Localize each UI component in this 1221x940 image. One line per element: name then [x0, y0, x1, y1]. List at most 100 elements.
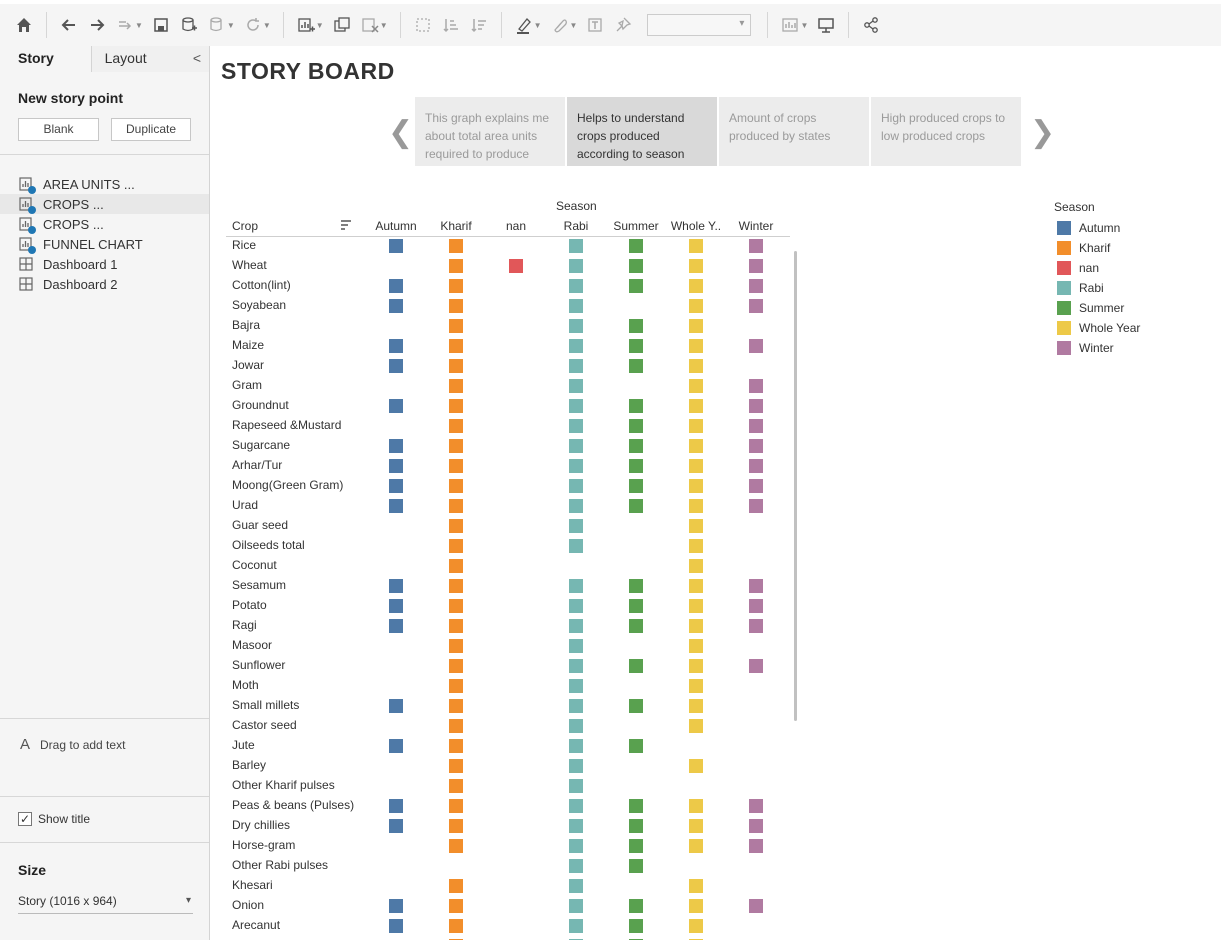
legend-item[interactable]: Summer	[1054, 298, 1140, 318]
season-mark[interactable]	[389, 239, 403, 253]
sheet-item[interactable]: FUNNEL CHART	[0, 234, 209, 254]
season-mark[interactable]	[569, 299, 583, 313]
crop-label[interactable]: Jute	[232, 738, 255, 752]
sort-ascending-icon[interactable]	[437, 11, 465, 39]
crop-label[interactable]: Khesari	[232, 878, 273, 892]
crop-label[interactable]: Rice	[232, 238, 256, 252]
season-mark[interactable]	[569, 699, 583, 713]
season-mark[interactable]	[389, 819, 403, 833]
season-mark[interactable]	[689, 919, 703, 933]
crop-label[interactable]: Other Rabi pulses	[232, 858, 328, 872]
season-mark[interactable]	[389, 299, 403, 313]
season-mark[interactable]	[689, 719, 703, 733]
season-mark[interactable]	[389, 339, 403, 353]
season-mark[interactable]	[689, 679, 703, 693]
season-mark[interactable]	[569, 599, 583, 613]
sheet-item[interactable]: Dashboard 2	[0, 274, 209, 294]
season-mark[interactable]	[389, 919, 403, 933]
season-mark[interactable]	[449, 499, 463, 513]
season-mark[interactable]	[749, 599, 763, 613]
season-mark[interactable]	[569, 379, 583, 393]
legend-item[interactable]: Whole Year	[1054, 318, 1140, 338]
season-mark[interactable]	[689, 799, 703, 813]
crop-label[interactable]: Maize	[232, 338, 264, 352]
season-mark[interactable]	[449, 539, 463, 553]
season-mark[interactable]	[689, 639, 703, 653]
season-mark[interactable]	[689, 399, 703, 413]
season-mark[interactable]	[629, 839, 643, 853]
season-mark[interactable]	[389, 799, 403, 813]
season-mark[interactable]	[629, 619, 643, 633]
season-mark[interactable]	[749, 619, 763, 633]
season-mark[interactable]	[449, 919, 463, 933]
season-mark[interactable]	[569, 879, 583, 893]
season-mark[interactable]	[449, 719, 463, 733]
season-mark[interactable]	[689, 419, 703, 433]
season-mark[interactable]	[629, 319, 643, 333]
season-mark[interactable]	[689, 499, 703, 513]
crop-label[interactable]: Rapeseed &Mustard	[232, 418, 341, 432]
season-mark[interactable]	[569, 499, 583, 513]
new-datasource-icon[interactable]	[175, 11, 203, 39]
crop-label[interactable]: Small millets	[232, 698, 299, 712]
crop-label[interactable]: Masoor	[232, 638, 272, 652]
season-mark[interactable]	[689, 759, 703, 773]
crop-label[interactable]: Oilseeds total	[232, 538, 305, 552]
season-mark[interactable]	[629, 259, 643, 273]
group-dropdown-icon[interactable]: ▼	[570, 21, 578, 30]
season-mark[interactable]	[689, 439, 703, 453]
legend-item[interactable]: Rabi	[1054, 278, 1140, 298]
season-mark[interactable]	[449, 459, 463, 473]
sort-descending-icon[interactable]	[465, 11, 493, 39]
season-mark[interactable]	[749, 499, 763, 513]
season-mark[interactable]	[689, 239, 703, 253]
season-mark[interactable]	[389, 899, 403, 913]
season-mark[interactable]	[689, 559, 703, 573]
story-point-caption[interactable]: Helps to understand crops produced accor…	[567, 97, 717, 166]
season-mark[interactable]	[449, 899, 463, 913]
season-mark[interactable]	[749, 399, 763, 413]
crop-label[interactable]: Ragi	[232, 618, 257, 632]
season-mark[interactable]	[689, 819, 703, 833]
season-column-header[interactable]: Whole Y..	[666, 219, 726, 233]
season-mark[interactable]	[569, 819, 583, 833]
season-mark[interactable]	[389, 619, 403, 633]
crop-label[interactable]: Gram	[232, 378, 262, 392]
crop-label[interactable]: Sesamum	[232, 578, 286, 592]
season-mark[interactable]	[689, 259, 703, 273]
crop-label[interactable]: Coconut	[232, 558, 277, 572]
season-mark[interactable]	[569, 359, 583, 373]
season-mark[interactable]	[569, 719, 583, 733]
season-mark[interactable]	[689, 879, 703, 893]
legend-item[interactable]: Kharif	[1054, 238, 1140, 258]
crop-label[interactable]: Arecanut	[232, 918, 280, 932]
season-mark[interactable]	[749, 819, 763, 833]
season-mark[interactable]	[569, 919, 583, 933]
crop-label[interactable]: Dry chillies	[232, 818, 290, 832]
season-mark[interactable]	[449, 579, 463, 593]
crop-label[interactable]: Jowar	[232, 358, 264, 372]
fit-select[interactable]	[647, 14, 752, 36]
season-mark[interactable]	[389, 279, 403, 293]
season-mark[interactable]	[449, 239, 463, 253]
crop-label[interactable]: Cotton(lint)	[232, 278, 291, 292]
sheet-item[interactable]: AREA UNITS ...	[0, 174, 209, 194]
season-mark[interactable]	[689, 339, 703, 353]
season-mark[interactable]	[749, 279, 763, 293]
vertical-scrollbar[interactable]	[794, 251, 797, 721]
previous-story-point-button[interactable]: ❮	[388, 115, 413, 150]
season-mark[interactable]	[629, 439, 643, 453]
blank-button[interactable]: Blank	[18, 118, 99, 141]
season-mark[interactable]	[749, 439, 763, 453]
story-point-caption[interactable]: This graph explains me about total area …	[415, 97, 565, 166]
season-mark[interactable]	[449, 599, 463, 613]
legend-item[interactable]: Autumn	[1054, 218, 1140, 238]
season-column-header[interactable]: nan	[486, 219, 546, 233]
season-mark[interactable]	[449, 619, 463, 633]
season-mark[interactable]	[629, 699, 643, 713]
season-mark[interactable]	[569, 479, 583, 493]
season-column-header[interactable]: Rabi	[546, 219, 606, 233]
season-mark[interactable]	[569, 619, 583, 633]
season-mark[interactable]	[389, 439, 403, 453]
crop-label[interactable]: Soyabean	[232, 298, 286, 312]
